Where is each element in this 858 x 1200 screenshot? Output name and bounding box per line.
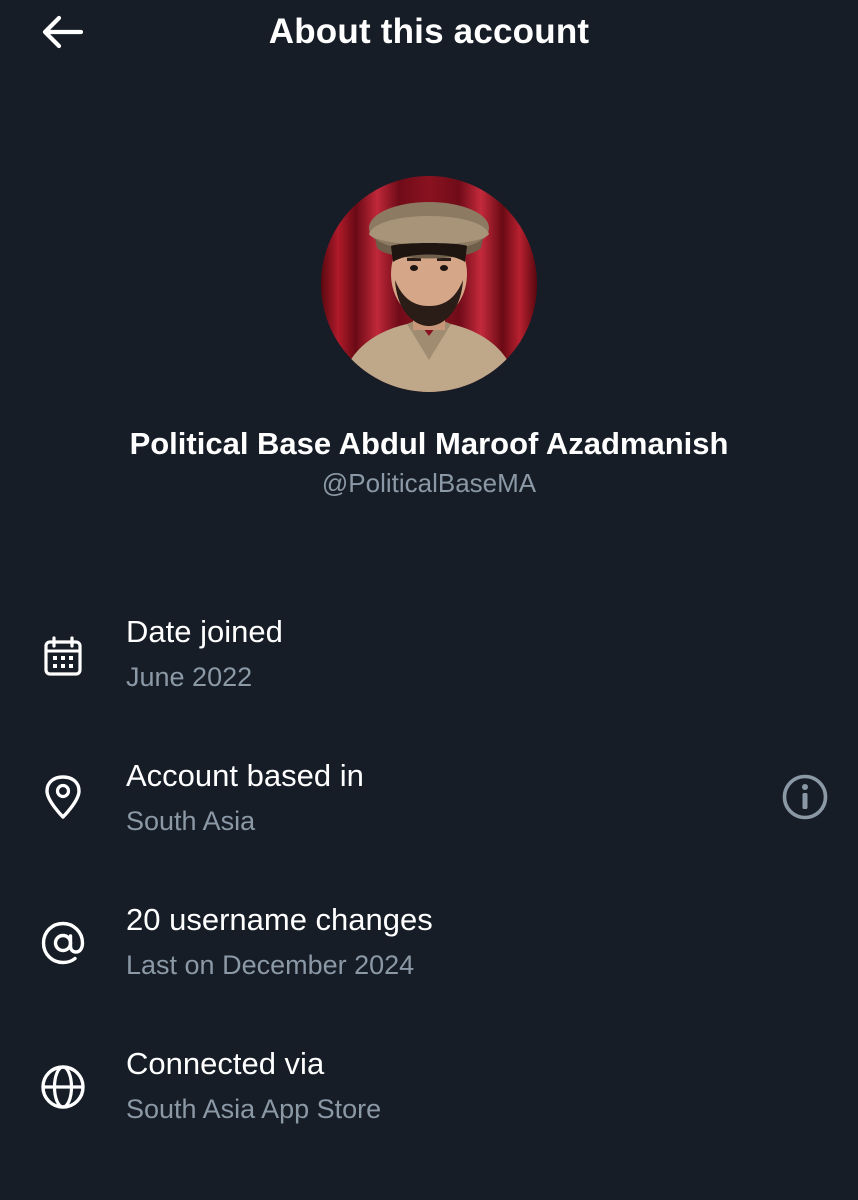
display-name: Political Base Abdul Maroof Azadmanish <box>129 426 729 461</box>
username-changes-label: 20 username changes <box>126 902 433 937</box>
account-based-in-value: South Asia <box>126 806 256 836</box>
date-joined-value: June 2022 <box>126 662 253 692</box>
username-changes-row: 20 username changes Last on December 202… <box>0 892 858 1012</box>
connected-via-label: Connected via <box>126 1046 325 1081</box>
date-joined-label: Date joined <box>126 614 283 649</box>
account-based-in-row: Account based in South Asia <box>0 748 858 868</box>
page-title: About this account <box>268 12 590 51</box>
globe-icon <box>36 1060 90 1114</box>
info-icon <box>782 774 828 820</box>
date-joined-row: Date joined June 2022 <box>0 604 858 724</box>
avatar <box>321 176 537 392</box>
at-sign-icon <box>36 916 90 970</box>
calendar-icon <box>36 630 90 684</box>
top-bar: About this account <box>0 0 858 66</box>
username-changes-value: Last on December 2024 <box>126 950 415 980</box>
user-handle: @PoliticalBaseMA <box>321 468 537 498</box>
info-button[interactable] <box>778 770 832 824</box>
connected-via-value: South Asia App Store <box>126 1094 382 1124</box>
account-based-in-label: Account based in <box>126 758 364 793</box>
location-pin-icon <box>36 770 90 824</box>
connected-via-row: Connected via South Asia App Store <box>0 1036 858 1156</box>
